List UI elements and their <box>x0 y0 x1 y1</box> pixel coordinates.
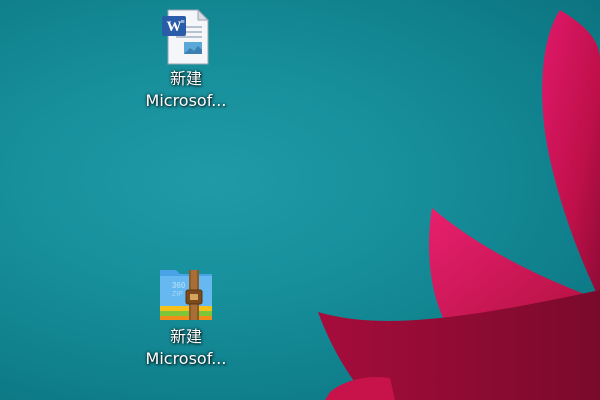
flower-wallpaper <box>318 10 600 400</box>
desktop-icon-word-document[interactable]: W ≡ 新建 Microsof... <box>136 4 236 112</box>
desktop[interactable]: W ≡ 新建 Microsof... 360 ZIP 新建 Microsof..… <box>0 0 600 400</box>
svg-text:ZIP: ZIP <box>172 291 183 298</box>
icon-label-line2: Microsof... <box>145 349 227 368</box>
icon-label-line1: 新建 <box>169 327 202 346</box>
icon-label-line1: 新建 <box>169 69 202 88</box>
360zip-archive-icon: 360 ZIP <box>160 270 212 320</box>
svg-text:≡: ≡ <box>180 19 184 26</box>
word-document-icon: W ≡ <box>162 8 210 65</box>
svg-text:W: W <box>167 19 182 35</box>
icon-label-line2: Microsof... <box>145 91 227 110</box>
desktop-icon-zip-archive[interactable]: 360 ZIP 新建 Microsof... <box>136 262 236 370</box>
svg-text:360: 360 <box>172 281 186 290</box>
